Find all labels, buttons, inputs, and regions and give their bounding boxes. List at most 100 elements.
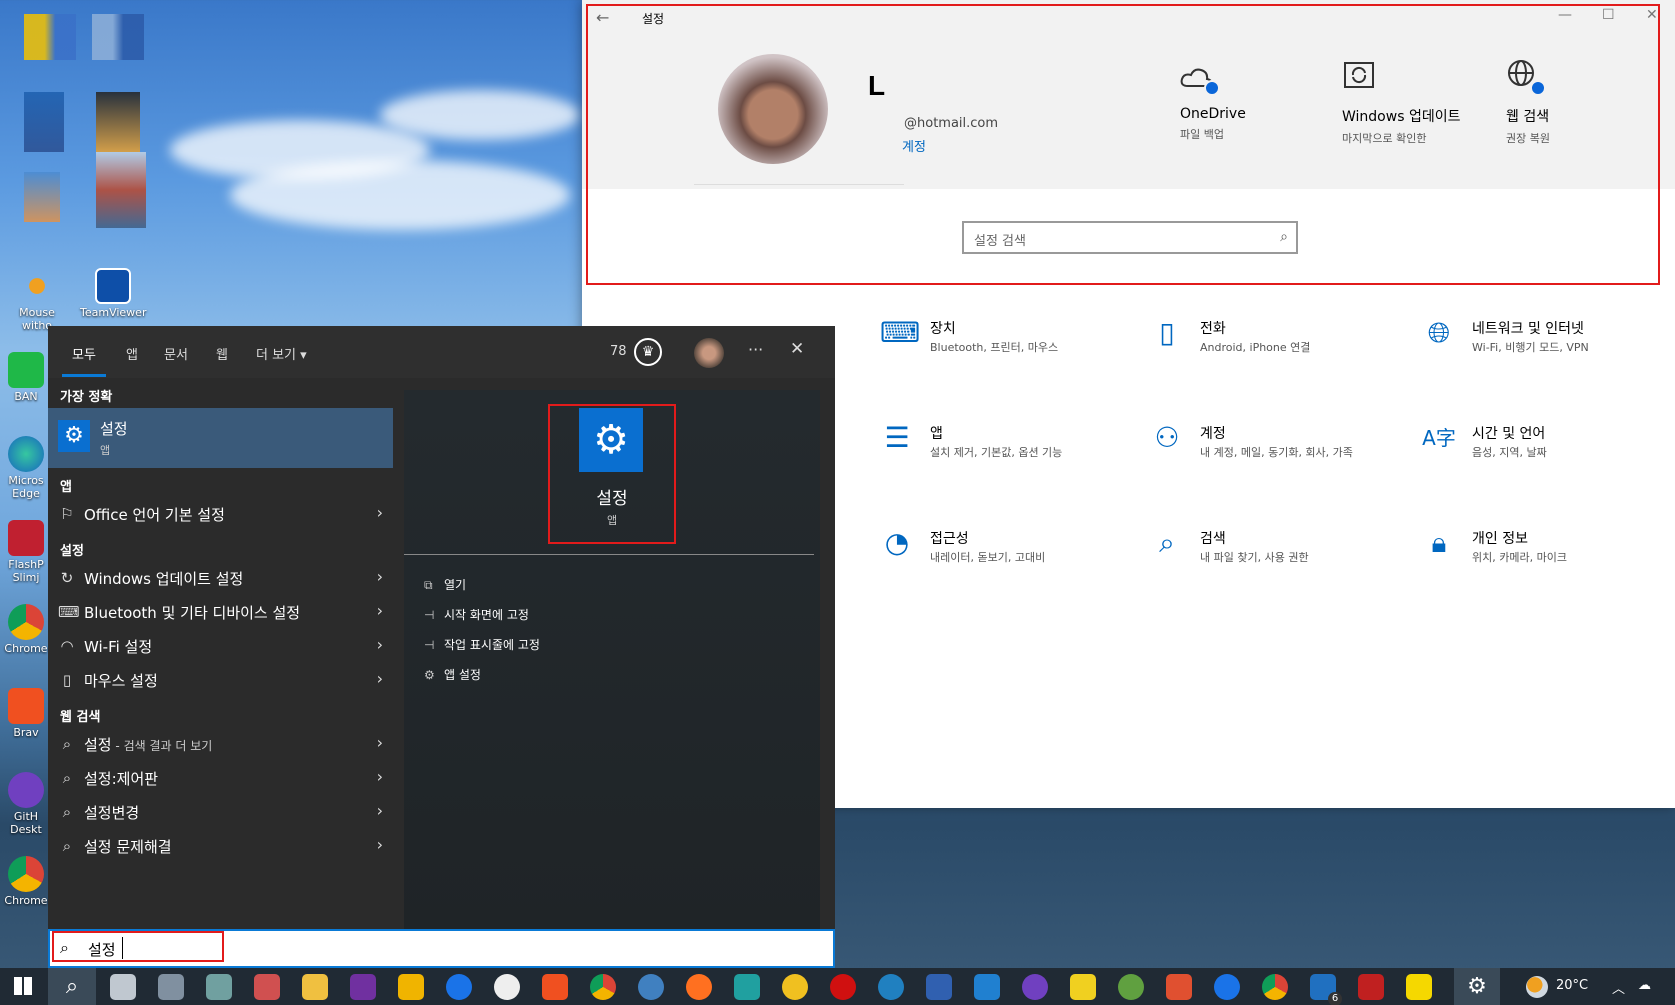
result-windows-update[interactable]: ↻ Windows 업데이트 설정 ›: [58, 563, 383, 593]
file-explorer-icon[interactable]: [110, 974, 136, 1000]
app-icon[interactable]: [782, 974, 808, 1000]
ie-icon[interactable]: [1214, 974, 1240, 1000]
tab-apps[interactable]: 앱: [126, 344, 138, 363]
chevron-right-icon[interactable]: ›: [377, 567, 383, 586]
result-web-change[interactable]: ⌕ 설정변경 ›: [58, 797, 383, 827]
desktop-icon[interactable]: [24, 14, 76, 60]
result-bluetooth[interactable]: ⌨ Bluetooth 및 기타 디바이스 설정 ›: [58, 597, 383, 627]
app-icon[interactable]: [254, 974, 280, 1000]
kakaotalk-icon[interactable]: [1406, 974, 1432, 1000]
user-avatar[interactable]: [694, 338, 724, 368]
desktop-icon-chrome[interactable]: Chrome: [4, 604, 48, 655]
result-label: Windows 업데이트 설정: [84, 570, 244, 588]
desktop-icon-flash[interactable]: FlashP Slimj: [4, 520, 48, 584]
app-icon[interactable]: [1118, 974, 1144, 1000]
category-accounts[interactable]: ⚇ 계정 내 계정, 메일, 동기화, 회사, 가족: [1150, 421, 1390, 481]
app-icon[interactable]: [1166, 974, 1192, 1000]
chevron-right-icon[interactable]: ›: [377, 503, 383, 522]
vscode-icon[interactable]: [974, 974, 1000, 1000]
chevron-right-icon[interactable]: ›: [377, 669, 383, 688]
trophy-icon[interactable]: ♛: [634, 338, 662, 366]
filezilla-icon[interactable]: [1358, 974, 1384, 1000]
result-web-control-panel[interactable]: ⌕ 설정:제어판 ›: [58, 763, 383, 793]
category-phone[interactable]: ▯ 전화 Android, iPhone 연결: [1150, 316, 1390, 376]
firefox-icon[interactable]: [686, 974, 712, 1000]
more-options-icon[interactable]: ···: [748, 340, 763, 359]
chrome-icon[interactable]: [1262, 974, 1288, 1000]
category-network[interactable]: 🌐︎ 네트워크 및 인터넷 Wi-Fi, 비행기 모드, VPN: [1422, 316, 1662, 376]
action-app-settings[interactable]: ⚙ 앱 설정: [424, 666, 481, 683]
open-icon: ⧉: [424, 578, 433, 592]
desktop-icon-band[interactable]: BAN: [4, 352, 48, 403]
result-web-troubleshoot[interactable]: ⌕ 설정 문제해결 ›: [58, 831, 383, 861]
chromium-icon[interactable]: [446, 974, 472, 1000]
desktop-icon[interactable]: [96, 92, 140, 152]
result-mouse[interactable]: ▯ 마우스 설정 ›: [58, 665, 383, 695]
cloud-icon[interactable]: ☁: [1638, 978, 1651, 993]
app-icon[interactable]: [926, 974, 952, 1000]
category-apps[interactable]: ☰ 앱 설치 제거, 기본값, 옵션 기능: [880, 421, 1120, 481]
highlight-box: [52, 931, 224, 962]
chevron-right-icon[interactable]: ›: [377, 767, 383, 786]
action-open[interactable]: ⧉ 열기: [424, 576, 466, 593]
tab-web[interactable]: 웹: [216, 344, 228, 363]
desktop-icon-mouse[interactable]: Mouse witho: [4, 268, 70, 332]
desktop-icon-edge[interactable]: Micros Edge: [4, 436, 48, 500]
github-icon[interactable]: [1022, 974, 1048, 1000]
settings-taskbar-button[interactable]: ⚙: [1454, 968, 1500, 1005]
results-list: 가장 정확 ⚙ 설정 앱 앱 ⚐ Office 언어 기본 설정 › 설정 ↻ …: [48, 378, 393, 929]
opera-icon[interactable]: [830, 974, 856, 1000]
weather-icon[interactable]: [1526, 976, 1548, 998]
vivaldi-icon[interactable]: [494, 974, 520, 1000]
category-devices[interactable]: ⌨ 장치 Bluetooth, 프린터, 마우스: [880, 316, 1120, 376]
app-icon[interactable]: [398, 974, 424, 1000]
chevron-right-icon[interactable]: ›: [377, 733, 383, 752]
category-accessibility[interactable]: ◔ 접근성 내레이터, 돋보기, 고대비: [880, 526, 1120, 586]
person-icon: ⚇: [1154, 421, 1180, 454]
brave-icon[interactable]: [542, 974, 568, 1000]
sticky-notes-icon[interactable]: [1070, 974, 1096, 1000]
desktop-icon-teamviewer[interactable]: TeamViewer: [80, 268, 146, 319]
onenote-icon[interactable]: [350, 974, 376, 1000]
desktop-icon[interactable]: [92, 14, 144, 60]
app-icon[interactable]: [638, 974, 664, 1000]
category-time-language[interactable]: A字 시간 및 언어 음성, 지역, 날짜: [1422, 421, 1662, 481]
action-pin-start[interactable]: ⊣ 시작 화면에 고정: [424, 606, 529, 623]
result-wifi[interactable]: ◠ Wi-Fi 설정 ›: [58, 631, 383, 661]
search-button[interactable]: ⌕: [48, 968, 96, 1005]
result-web-settings[interactable]: ⌕ 설정 - 검색 결과 더 보기 ›: [58, 729, 383, 759]
chevron-up-icon[interactable]: ︿: [1612, 978, 1625, 997]
app-icon[interactable]: [734, 974, 760, 1000]
app-icon[interactable]: [206, 974, 232, 1000]
desktop-icon-brave[interactable]: Brav: [4, 688, 48, 739]
category-privacy[interactable]: 🔒︎ 개인 정보 위치, 카메라, 마이크: [1422, 526, 1662, 586]
chevron-right-icon[interactable]: ›: [377, 635, 383, 654]
desktop-icon-github[interactable]: GitH Deskt: [4, 772, 48, 836]
edge-icon[interactable]: [878, 974, 904, 1000]
desktop-icon[interactable]: [24, 92, 64, 152]
tab-more[interactable]: 더 보기 ▾: [256, 344, 307, 363]
windows-start-icon[interactable]: [14, 977, 32, 995]
app-icon[interactable]: 6: [1310, 974, 1342, 1005]
chrome-icon[interactable]: [590, 974, 616, 1000]
calculator-icon[interactable]: [158, 974, 184, 1000]
chevron-right-icon[interactable]: ›: [377, 835, 383, 854]
cloud-decoration: [230, 160, 570, 230]
category-subtitle: Wi-Fi, 비행기 모드, VPN: [1472, 341, 1589, 354]
folder-icon[interactable]: [302, 974, 328, 1000]
desktop-icon[interactable]: [24, 172, 60, 222]
chevron-right-icon[interactable]: ›: [377, 801, 383, 820]
chevron-down-icon: ▾: [300, 348, 307, 363]
desktop-icon[interactable]: [96, 152, 146, 228]
desktop-icon-chrome-2[interactable]: Chrome: [4, 856, 48, 907]
action-pin-taskbar[interactable]: ⊣ 작업 표시줄에 고정: [424, 636, 540, 653]
chevron-right-icon[interactable]: ›: [377, 601, 383, 620]
tab-all[interactable]: 모두: [62, 344, 106, 377]
start-search-input[interactable]: ⌕ 설정: [48, 929, 835, 968]
category-search[interactable]: ⌕ 검색 내 파일 찾기, 사용 권한: [1150, 526, 1390, 586]
tab-documents[interactable]: 문서: [164, 344, 188, 363]
result-label: Wi-Fi 설정: [84, 638, 153, 656]
result-office-language[interactable]: ⚐ Office 언어 기본 설정 ›: [58, 499, 383, 529]
close-icon[interactable]: ✕: [790, 339, 804, 359]
best-match-item[interactable]: ⚙ 설정 앱: [48, 408, 393, 468]
